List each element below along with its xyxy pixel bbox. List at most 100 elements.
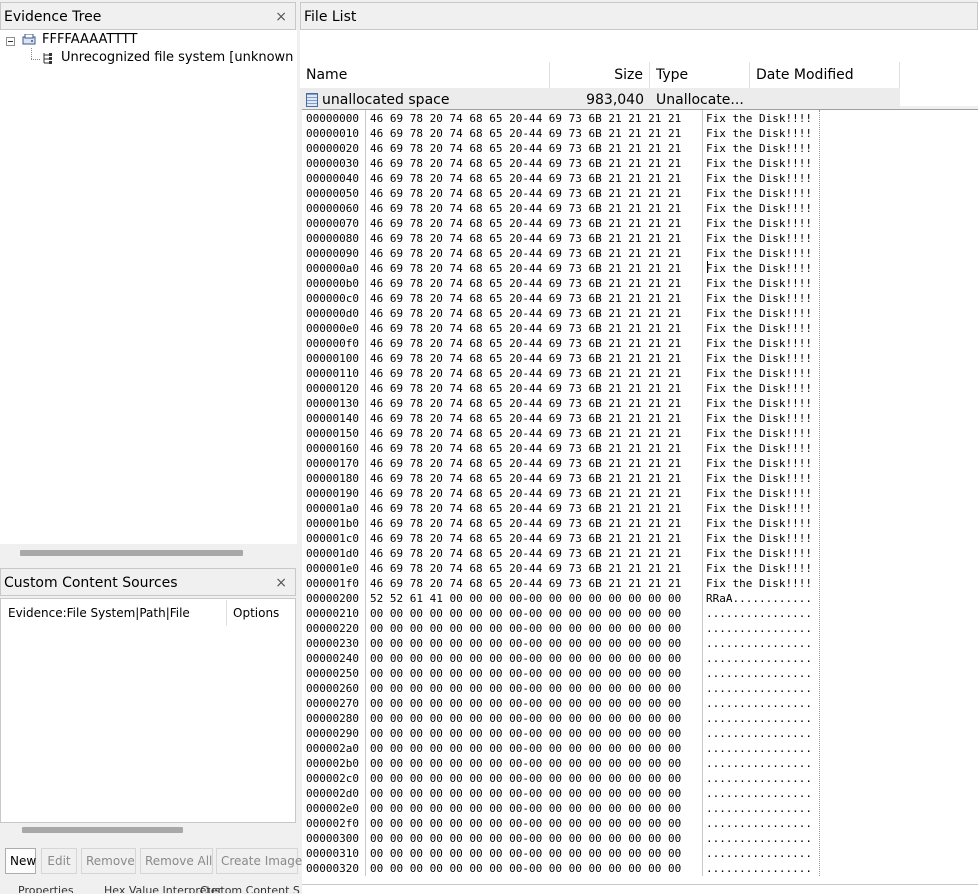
- hex-bytes[interactable]: 00 00 00 00 00 00 00 00-00 00 00 00 00 0…: [370, 831, 681, 846]
- hex-row[interactable]: 00000190 46 69 78 20 74 68 65 20-44 69 73…: [302, 486, 822, 501]
- hex-ascii[interactable]: Fix the Disk!!!!: [706, 396, 812, 411]
- hex-row[interactable]: 00000290 00 00 00 00 00 00 00 00-00 00 00…: [302, 726, 822, 741]
- hex-bytes[interactable]: 52 52 61 41 00 00 00 00-00 00 00 00 00 0…: [370, 591, 681, 606]
- hex-ascii[interactable]: ................: [706, 621, 812, 636]
- hex-row[interactable]: 00000320 00 00 00 00 00 00 00 00-00 00 00…: [302, 861, 822, 876]
- hex-bytes[interactable]: 00 00 00 00 00 00 00 00-00 00 00 00 00 0…: [370, 606, 681, 621]
- hex-ascii[interactable]: Fix the Disk!!!!: [706, 126, 812, 141]
- hex-row[interactable]: 000002c0 00 00 00 00 00 00 00 00-00 00 00…: [302, 771, 822, 786]
- hex-bytes[interactable]: 00 00 00 00 00 00 00 00-00 00 00 00 00 0…: [370, 726, 681, 741]
- hex-ascii[interactable]: Fix the Disk!!!!: [706, 531, 812, 546]
- remove-all-button[interactable]: Remove All: [140, 848, 213, 874]
- hex-ascii[interactable]: Fix the Disk!!!!: [706, 156, 812, 171]
- hex-row[interactable]: 00000040 46 69 78 20 74 68 65 20-44 69 73…: [302, 171, 822, 186]
- hex-ascii[interactable]: Fix the Disk!!!!: [706, 246, 812, 261]
- hex-ascii[interactable]: ................: [706, 771, 812, 786]
- hex-viewer[interactable]: 00000000 46 69 78 20 74 68 65 20-44 69 73…: [302, 109, 978, 894]
- hex-row[interactable]: 00000270 00 00 00 00 00 00 00 00-00 00 00…: [302, 696, 822, 711]
- hex-ascii[interactable]: ................: [706, 861, 812, 876]
- hex-ascii[interactable]: Fix the Disk!!!!: [706, 501, 812, 516]
- hex-row[interactable]: 00000300 00 00 00 00 00 00 00 00-00 00 00…: [302, 831, 822, 846]
- hex-row[interactable]: 00000080 46 69 78 20 74 68 65 20-44 69 73…: [302, 231, 822, 246]
- hex-row[interactable]: 00000030 46 69 78 20 74 68 65 20-44 69 73…: [302, 156, 822, 171]
- hex-bytes[interactable]: 46 69 78 20 74 68 65 20-44 69 73 6B 21 2…: [370, 366, 681, 381]
- hex-bytes[interactable]: 46 69 78 20 74 68 65 20-44 69 73 6B 21 2…: [370, 576, 681, 591]
- hex-row[interactable]: 00000050 46 69 78 20 74 68 65 20-44 69 73…: [302, 186, 822, 201]
- hex-horizontal-scrollbar[interactable]: [302, 884, 978, 885]
- hex-ascii[interactable]: ................: [706, 846, 812, 861]
- hex-row[interactable]: 00000220 00 00 00 00 00 00 00 00-00 00 00…: [302, 621, 822, 636]
- hex-row[interactable]: 000002e0 00 00 00 00 00 00 00 00-00 00 00…: [302, 801, 822, 816]
- hex-bytes[interactable]: 46 69 78 20 74 68 65 20-44 69 73 6B 21 2…: [370, 111, 681, 126]
- hex-ascii[interactable]: ................: [706, 801, 812, 816]
- hex-ascii[interactable]: ................: [706, 606, 812, 621]
- collapse-toggle-icon[interactable]: [6, 37, 15, 46]
- hex-row[interactable]: 00000310 00 00 00 00 00 00 00 00-00 00 00…: [302, 846, 822, 861]
- hex-bytes[interactable]: 00 00 00 00 00 00 00 00-00 00 00 00 00 0…: [370, 801, 681, 816]
- hex-bytes[interactable]: 46 69 78 20 74 68 65 20-44 69 73 6B 21 2…: [370, 396, 681, 411]
- hex-ascii[interactable]: Fix the Disk!!!!: [706, 186, 812, 201]
- hex-row[interactable]: 000000f0 46 69 78 20 74 68 65 20-44 69 73…: [302, 336, 822, 351]
- hex-bytes[interactable]: 46 69 78 20 74 68 65 20-44 69 73 6B 21 2…: [370, 351, 681, 366]
- hex-ascii[interactable]: Fix the Disk!!!!: [706, 471, 812, 486]
- hex-bytes[interactable]: 46 69 78 20 74 68 65 20-44 69 73 6B 21 2…: [370, 156, 681, 171]
- hex-ascii[interactable]: Fix the Disk!!!!: [706, 321, 812, 336]
- hex-ascii[interactable]: ................: [706, 651, 812, 666]
- tab-properties[interactable]: Properties: [18, 884, 74, 893]
- hex-bytes[interactable]: 46 69 78 20 74 68 65 20-44 69 73 6B 21 2…: [370, 501, 681, 516]
- column-header-options[interactable]: Options: [233, 600, 293, 626]
- create-image-button[interactable]: Create Image: [216, 848, 302, 874]
- hex-bytes[interactable]: 46 69 78 20 74 68 65 20-44 69 73 6B 21 2…: [370, 171, 681, 186]
- hex-row[interactable]: 000001e0 46 69 78 20 74 68 65 20-44 69 73…: [302, 561, 822, 576]
- hex-bytes[interactable]: 00 00 00 00 00 00 00 00-00 00 00 00 00 0…: [370, 816, 681, 831]
- hex-bytes[interactable]: 46 69 78 20 74 68 65 20-44 69 73 6B 21 2…: [370, 426, 681, 441]
- hex-row[interactable]: 00000110 46 69 78 20 74 68 65 20-44 69 73…: [302, 366, 822, 381]
- hex-bytes[interactable]: 00 00 00 00 00 00 00 00-00 00 00 00 00 0…: [370, 696, 681, 711]
- custom-content-close-icon[interactable]: ×: [275, 569, 287, 597]
- hex-row[interactable]: 000001b0 46 69 78 20 74 68 65 20-44 69 73…: [302, 516, 822, 531]
- hex-row[interactable]: 00000240 00 00 00 00 00 00 00 00-00 00 00…: [302, 651, 822, 666]
- hex-bytes[interactable]: 46 69 78 20 74 68 65 20-44 69 73 6B 21 2…: [370, 126, 681, 141]
- evidence-tree-close-icon[interactable]: ×: [275, 3, 287, 31]
- hex-row[interactable]: 00000160 46 69 78 20 74 68 65 20-44 69 73…: [302, 441, 822, 456]
- hex-bytes[interactable]: 00 00 00 00 00 00 00 00-00 00 00 00 00 0…: [370, 711, 681, 726]
- remove-button[interactable]: Remove: [81, 848, 136, 874]
- column-header-size[interactable]: Size: [550, 62, 650, 88]
- hex-bytes[interactable]: 00 00 00 00 00 00 00 00-00 00 00 00 00 0…: [370, 636, 681, 651]
- hex-row[interactable]: 00000180 46 69 78 20 74 68 65 20-44 69 73…: [302, 471, 822, 486]
- hex-ascii[interactable]: Fix the Disk!!!!: [706, 201, 812, 216]
- hex-bytes[interactable]: 46 69 78 20 74 68 65 20-44 69 73 6B 21 2…: [370, 516, 681, 531]
- hex-bytes[interactable]: 46 69 78 20 74 68 65 20-44 69 73 6B 21 2…: [370, 291, 681, 306]
- hex-row[interactable]: 00000020 46 69 78 20 74 68 65 20-44 69 73…: [302, 141, 822, 156]
- hex-ascii[interactable]: Fix the Disk!!!!: [706, 261, 812, 276]
- hex-ascii[interactable]: Fix the Disk!!!!: [706, 171, 812, 186]
- hex-ascii[interactable]: Fix the Disk!!!!: [706, 336, 812, 351]
- hex-bytes[interactable]: 00 00 00 00 00 00 00 00-00 00 00 00 00 0…: [370, 666, 681, 681]
- hex-row[interactable]: 00000230 00 00 00 00 00 00 00 00-00 00 00…: [302, 636, 822, 651]
- hex-ascii[interactable]: Fix the Disk!!!!: [706, 276, 812, 291]
- hex-row[interactable]: 000001f0 46 69 78 20 74 68 65 20-44 69 73…: [302, 576, 822, 591]
- hex-ascii[interactable]: ................: [706, 786, 812, 801]
- hex-bytes[interactable]: 46 69 78 20 74 68 65 20-44 69 73 6B 21 2…: [370, 381, 681, 396]
- hex-bytes[interactable]: 00 00 00 00 00 00 00 00-00 00 00 00 00 0…: [370, 681, 681, 696]
- hex-row[interactable]: 000002d0 00 00 00 00 00 00 00 00-00 00 00…: [302, 786, 822, 801]
- column-header-name[interactable]: Name: [300, 62, 550, 88]
- hex-row[interactable]: 00000150 46 69 78 20 74 68 65 20-44 69 73…: [302, 426, 822, 441]
- hex-bytes[interactable]: 00 00 00 00 00 00 00 00-00 00 00 00 00 0…: [370, 621, 681, 636]
- hex-bytes[interactable]: 46 69 78 20 74 68 65 20-44 69 73 6B 21 2…: [370, 336, 681, 351]
- hex-row[interactable]: 00000060 46 69 78 20 74 68 65 20-44 69 73…: [302, 201, 822, 216]
- tree-node-filesystem[interactable]: Unrecognized file system [unknown: [61, 49, 293, 67]
- hex-ascii[interactable]: Fix the Disk!!!!: [706, 411, 812, 426]
- hex-ascii[interactable]: Fix the Disk!!!!: [706, 576, 812, 591]
- hex-ascii[interactable]: Fix the Disk!!!!: [706, 561, 812, 576]
- hex-ascii[interactable]: Fix the Disk!!!!: [706, 486, 812, 501]
- hex-row[interactable]: 000000b0 46 69 78 20 74 68 65 20-44 69 73…: [302, 276, 822, 291]
- hex-bytes[interactable]: 00 00 00 00 00 00 00 00-00 00 00 00 00 0…: [370, 786, 681, 801]
- hex-ascii[interactable]: ................: [706, 681, 812, 696]
- hex-row[interactable]: 000001d0 46 69 78 20 74 68 65 20-44 69 73…: [302, 546, 822, 561]
- evidence-tree-hscroll-thumb[interactable]: [20, 550, 243, 556]
- hex-bytes[interactable]: 46 69 78 20 74 68 65 20-44 69 73 6B 21 2…: [370, 186, 681, 201]
- hex-ascii[interactable]: ................: [706, 696, 812, 711]
- hex-bytes[interactable]: 46 69 78 20 74 68 65 20-44 69 73 6B 21 2…: [370, 441, 681, 456]
- hex-row[interactable]: 00000130 46 69 78 20 74 68 65 20-44 69 73…: [302, 396, 822, 411]
